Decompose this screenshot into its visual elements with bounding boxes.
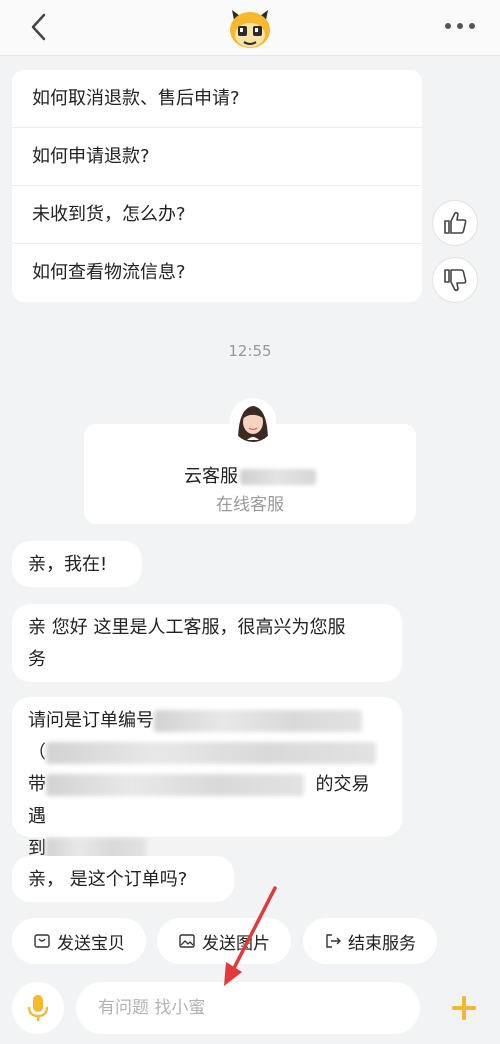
faq-item[interactable]: 如何申请退款? (12, 128, 422, 186)
back-button[interactable] (24, 10, 56, 44)
message-text: 亲，我在! (28, 554, 108, 575)
agent-role: 在线客服 (216, 495, 284, 515)
thumbs-down-icon (444, 269, 467, 292)
assistant-logo-icon (224, 2, 276, 52)
end-service-label: 结束服务 (348, 933, 416, 954)
chat-bubble: 亲， 是这个订单吗? (12, 856, 234, 902)
message-text: 带 (28, 774, 46, 795)
more-options-button[interactable] (440, 16, 480, 36)
exit-icon (326, 934, 341, 948)
redacted-order-number (154, 710, 362, 732)
chat-bubble: 亲 您好 这里是人工客服，很高兴为您服 务 (12, 604, 402, 682)
message-text: 亲 您好 这里是人工客服，很高兴为您服 (28, 617, 346, 638)
chat-bubble: 亲，我在! (12, 541, 142, 587)
message-text: 亲， 是这个订单吗? (28, 869, 188, 890)
voice-input-button[interactable] (12, 982, 64, 1034)
microphone-icon (27, 995, 49, 1021)
chevron-left-icon (31, 13, 46, 41)
message-text: （ (28, 742, 46, 763)
input-bar (0, 974, 500, 1044)
faq-card: 如何取消退款、售后申请? 如何申请退款? 未收到货，怎么办? 如何查看物流信息? (12, 70, 422, 302)
message-input[interactable] (76, 982, 420, 1034)
send-item-label: 发送宝贝 (57, 933, 125, 954)
faq-item[interactable]: 如何查看物流信息? (12, 244, 422, 302)
thumbs-up-icon (444, 211, 467, 234)
faq-item[interactable]: 如何取消退款、售后申请? (12, 70, 422, 128)
redacted-text (46, 742, 376, 764)
send-item-button[interactable]: 发送宝贝 (12, 918, 146, 964)
message-text: 请问是订单编号 (28, 710, 154, 731)
send-image-label: 发送图片 (202, 933, 270, 954)
redacted-agent-id (240, 469, 316, 485)
thumbs-down-button[interactable] (432, 257, 478, 303)
faq-item[interactable]: 未收到货，怎么办? (12, 186, 422, 244)
send-image-button[interactable]: 发送图片 (157, 918, 291, 964)
more-dots-icon (445, 23, 475, 29)
image-icon (179, 934, 195, 948)
thumbs-up-button[interactable] (432, 200, 478, 246)
agent-avatar (230, 398, 276, 444)
agent-name: 云客服 (184, 466, 238, 487)
end-service-button[interactable]: 结束服务 (303, 918, 437, 964)
message-text: 务 (28, 649, 46, 670)
box-icon (34, 934, 50, 948)
chat-bubble: 请问是订单编号 （ 带 的交易遇 到 (12, 697, 402, 860)
redacted-text (46, 774, 304, 796)
plus-icon (452, 996, 476, 1020)
message-timestamp: 12:55 (228, 342, 272, 360)
more-actions-button[interactable] (440, 984, 488, 1032)
top-bar (0, 0, 500, 56)
